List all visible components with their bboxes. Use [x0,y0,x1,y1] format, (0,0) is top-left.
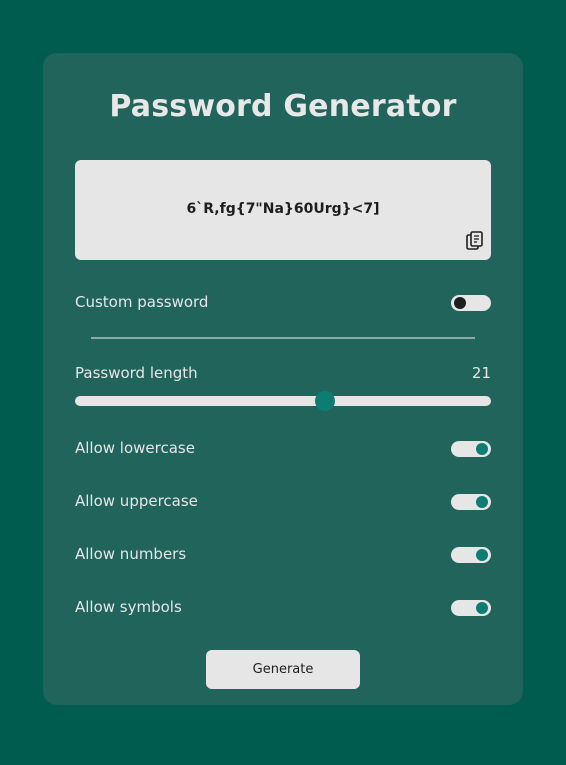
allow-numbers-toggle[interactable] [451,547,491,563]
allow-uppercase-label: Allow uppercase [75,492,198,510]
allow-numbers-label: Allow numbers [75,545,187,563]
page-title: Password Generator [109,89,457,124]
allow-uppercase-toggle[interactable] [451,494,491,510]
toggle-knob [476,496,488,508]
option-row-uppercase: Allow uppercase [75,490,491,514]
custom-password-row: Custom password [75,291,491,315]
password-generator-card: Password Generator 6`R,fg{7"Na}60Urg}<7]… [43,53,523,705]
custom-password-label: Custom password [75,293,209,311]
slider-thumb[interactable] [314,391,335,411]
copy-button[interactable] [464,230,486,252]
custom-password-toggle[interactable] [451,295,491,311]
allow-lowercase-toggle[interactable] [451,441,491,457]
option-row-numbers: Allow numbers [75,543,491,567]
password-length-value: 21 [471,364,491,382]
toggle-knob [476,602,488,614]
generate-button[interactable]: Generate [206,650,360,689]
password-length-slider[interactable] [75,391,491,411]
option-row-lowercase: Allow lowercase [75,437,491,461]
clipboard-copy-icon [466,231,483,250]
password-display: 6`R,fg{7"Na}60Urg}<7] [75,160,491,260]
password-length-label: Password length [75,364,198,382]
option-row-symbols: Allow symbols [75,596,491,620]
toggle-knob [454,297,466,309]
toggle-knob [476,443,488,455]
generated-password: 6`R,fg{7"Na}60Urg}<7] [186,201,380,217]
allow-lowercase-label: Allow lowercase [75,439,195,457]
password-length-row: Password length 21 [75,362,491,386]
divider [91,337,475,339]
allow-symbols-label: Allow symbols [75,598,182,616]
allow-symbols-toggle[interactable] [451,600,491,616]
toggle-knob [476,549,488,561]
